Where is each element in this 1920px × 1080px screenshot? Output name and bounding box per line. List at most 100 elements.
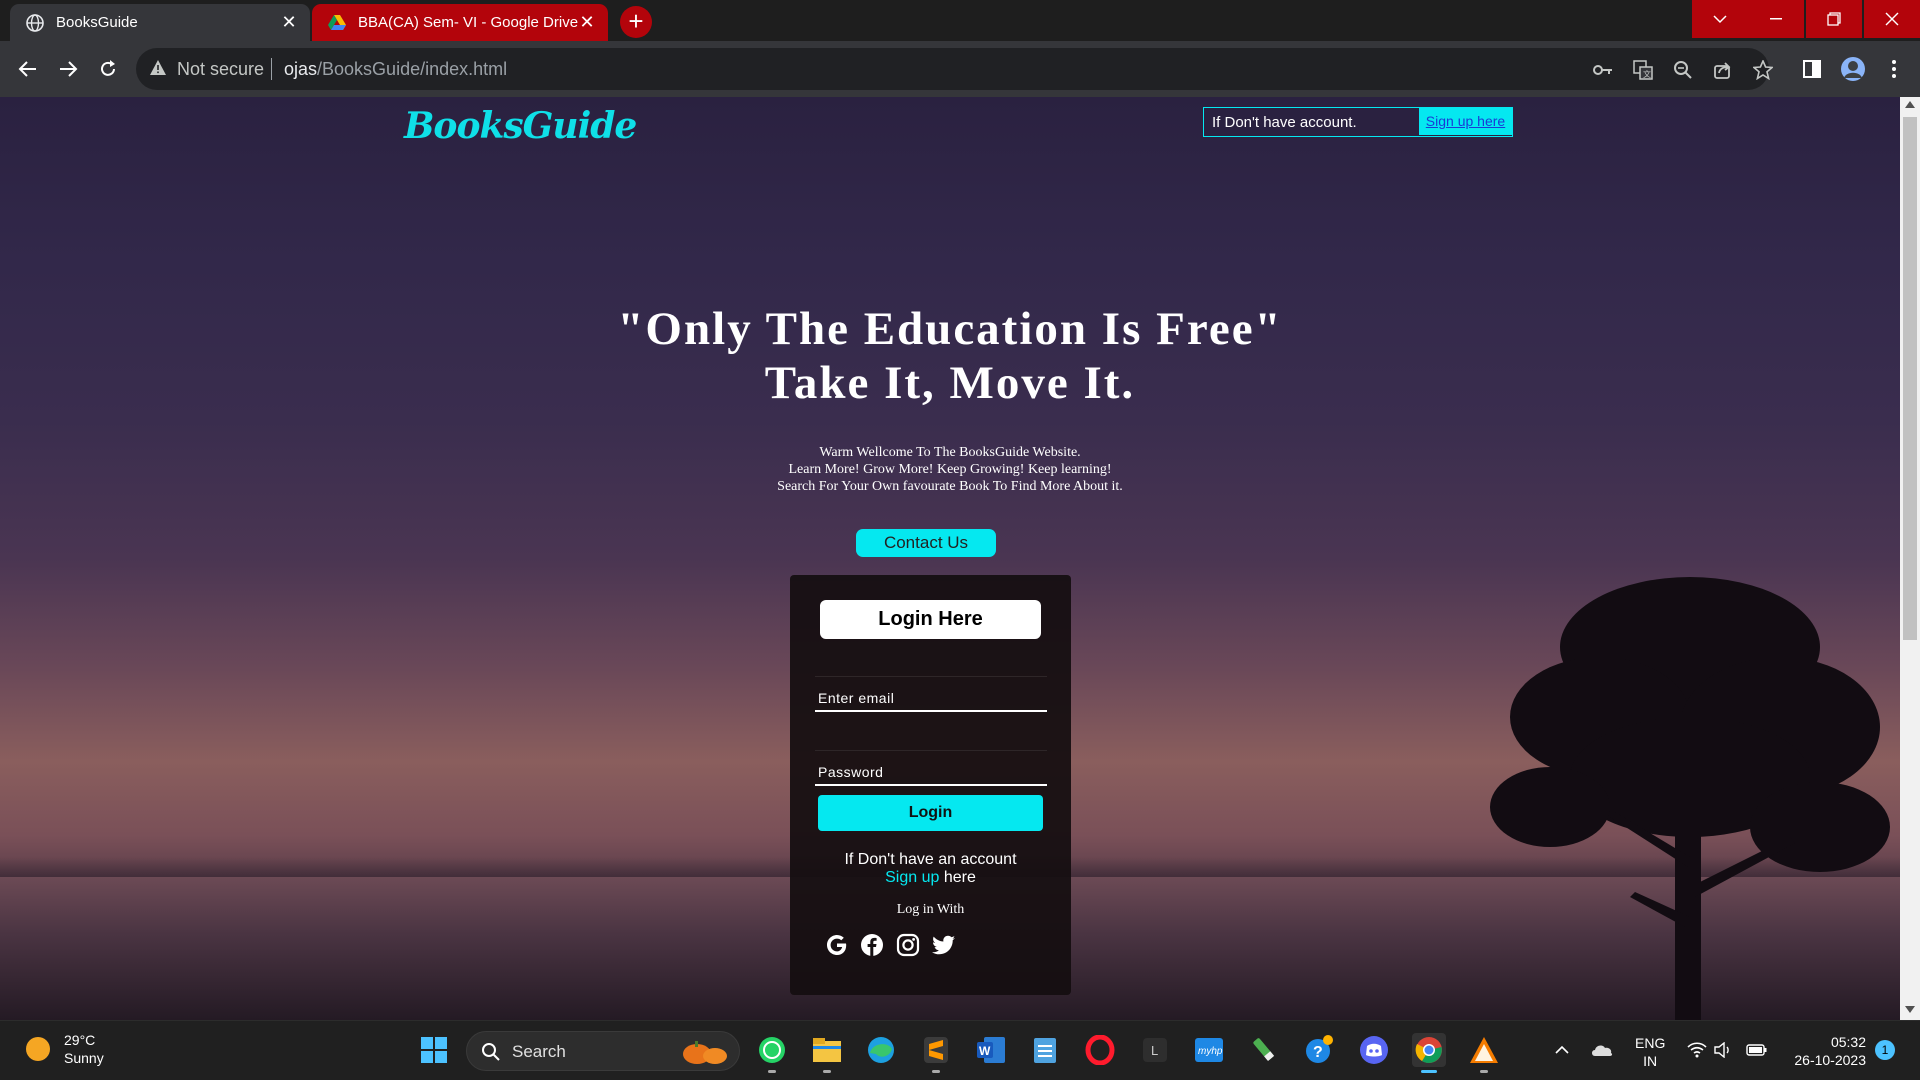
contact-us-button[interactable]: Contact Us [856, 529, 996, 557]
page-viewport: BooksGuide If Don't have account. Sign u… [0, 97, 1900, 1020]
login-form: Login Here Login If Don't have an accoun… [790, 575, 1071, 995]
top-signup-link[interactable]: Sign up here [1419, 108, 1512, 135]
running-indicator [768, 1070, 776, 1073]
forward-button[interactable] [52, 53, 84, 85]
scroll-down-icon[interactable] [1905, 1006, 1915, 1013]
bookmark-star-icon[interactable] [1751, 58, 1775, 82]
myhp-icon[interactable]: myhp [1192, 1033, 1226, 1067]
password-field[interactable] [815, 751, 1047, 784]
share-icon[interactable] [1711, 58, 1735, 82]
windows-start-icon[interactable] [417, 1033, 451, 1067]
lang-line-2: IN [1643, 1053, 1658, 1069]
tab-search-button[interactable] [1692, 0, 1748, 38]
close-tab-icon[interactable]: ✕ [280, 13, 298, 31]
tab-booksguide[interactable]: BooksGuide ✕ [10, 4, 310, 41]
google-icon[interactable] [822, 930, 852, 960]
volume-icon[interactable] [1707, 1033, 1741, 1067]
chevron-down-icon [1713, 15, 1727, 24]
translate-icon[interactable]: 文 [1631, 58, 1655, 82]
weather-widget[interactable]: 29°C Sunny [26, 1031, 104, 1067]
hero-heading: "Only The Education Is Free" Take It, Mo… [0, 302, 1900, 410]
welcome-line: Warm Wellcome To The BooksGuide Website. [819, 445, 1081, 460]
login-button[interactable]: Login [818, 795, 1043, 831]
close-icon [1885, 12, 1899, 26]
twitter-icon[interactable] [929, 930, 959, 960]
url-text[interactable]: ojas/BooksGuide/index.html [284, 59, 507, 80]
running-indicator [823, 1070, 831, 1073]
pumpkin-icon [677, 1038, 733, 1071]
security-label: Not secure [177, 59, 265, 79]
search-icon [481, 1042, 501, 1067]
whatsapp-icon[interactable] [755, 1033, 789, 1073]
google-drive-icon [328, 14, 346, 32]
site-logo[interactable]: BooksGuide [404, 105, 637, 147]
svg-text:W: W [979, 1044, 991, 1058]
restore-button[interactable] [1806, 0, 1862, 38]
signup-link[interactable]: Sign up [885, 869, 939, 886]
back-button[interactable] [12, 53, 44, 85]
help-icon[interactable]: ? [1302, 1033, 1336, 1067]
chrome-icon[interactable] [1412, 1033, 1446, 1073]
running-indicator [1480, 1070, 1488, 1073]
more-menu-icon[interactable] [1880, 55, 1908, 83]
opera-icon[interactable] [1083, 1033, 1117, 1067]
taskbar-search[interactable]: Search [466, 1031, 740, 1071]
tab-title: BooksGuide [56, 14, 138, 31]
scroll-up-icon[interactable] [1905, 101, 1915, 108]
sublime-text-icon[interactable] [919, 1033, 953, 1073]
facebook-icon[interactable] [857, 930, 887, 960]
onedrive-icon[interactable] [1585, 1033, 1619, 1067]
reload-button[interactable] [92, 53, 124, 85]
notepad-icon[interactable] [1028, 1033, 1062, 1067]
signup-prompt: If Don't have an account Sign up here [790, 851, 1071, 887]
launcher-l-icon[interactable]: L [1138, 1033, 1172, 1067]
profile-avatar[interactable] [1839, 55, 1867, 83]
hero-line-2: Take It, Move It. [764, 357, 1136, 409]
edge-icon[interactable] [864, 1033, 898, 1067]
marker-app-icon[interactable] [1247, 1033, 1281, 1067]
separator [271, 58, 272, 80]
battery-icon[interactable] [1740, 1033, 1774, 1067]
chevron-up-icon[interactable] [1545, 1033, 1579, 1067]
email-field[interactable] [815, 677, 1047, 710]
instagram-icon[interactable] [893, 930, 923, 960]
top-signup-text: If Don't have account. [1212, 114, 1357, 131]
signup-suffix: here [939, 869, 976, 886]
notification-badge[interactable]: 1 [1875, 1040, 1895, 1060]
word-icon[interactable]: W [974, 1033, 1008, 1067]
svg-text:文: 文 [1643, 69, 1651, 79]
scroll-thumb[interactable] [1903, 117, 1917, 640]
system-clock[interactable]: 05:32 26-10-2023 [1786, 1033, 1866, 1069]
reload-icon [101, 60, 115, 76]
search-label: Search [512, 1042, 566, 1061]
tab-google-drive[interactable]: BBA(CA) Sem- VI - Google Drive ✕ [312, 4, 608, 41]
svg-text:myhp: myhp [1198, 1046, 1223, 1057]
page-scrollbar[interactable] [1900, 97, 1920, 1020]
warning-icon[interactable] [150, 60, 166, 80]
close-window-button[interactable] [1864, 0, 1920, 38]
restore-icon [1827, 12, 1841, 26]
globe-icon [26, 13, 44, 32]
tab-title: BBA(CA) Sem- VI - Google Drive [358, 14, 579, 31]
language-indicator[interactable]: ENG IN [1635, 1034, 1665, 1070]
discord-icon[interactable] [1357, 1033, 1391, 1067]
password-field-wrapper [815, 750, 1047, 786]
key-icon[interactable] [1591, 58, 1615, 82]
login-with-label: Log in With [896, 902, 965, 917]
welcome-line: Search For Your Own favourate Book To Fi… [777, 479, 1123, 494]
minimize-icon [1770, 18, 1782, 20]
browser-toolbar: Not secure ojas/BooksGuide/index.html 文 [0, 41, 1920, 97]
hero-line-1: "Only The Education Is Free" [617, 303, 1283, 355]
running-indicator [932, 1070, 940, 1073]
close-tab-icon[interactable]: ✕ [578, 13, 596, 31]
new-tab-button[interactable]: + [620, 6, 652, 38]
media-app-icon[interactable] [1467, 1033, 1501, 1073]
arrow-left-icon [18, 61, 36, 77]
top-signup-box: If Don't have account. Sign up here [1203, 107, 1513, 137]
side-panel-icon[interactable] [1798, 55, 1826, 83]
weather-condition: Sunny [64, 1050, 104, 1066]
minimize-button[interactable] [1748, 0, 1804, 38]
address-bar[interactable]: Not secure ojas/BooksGuide/index.html 文 [136, 48, 1773, 90]
zoom-icon[interactable] [1671, 58, 1695, 82]
file-explorer-icon[interactable] [810, 1033, 844, 1073]
